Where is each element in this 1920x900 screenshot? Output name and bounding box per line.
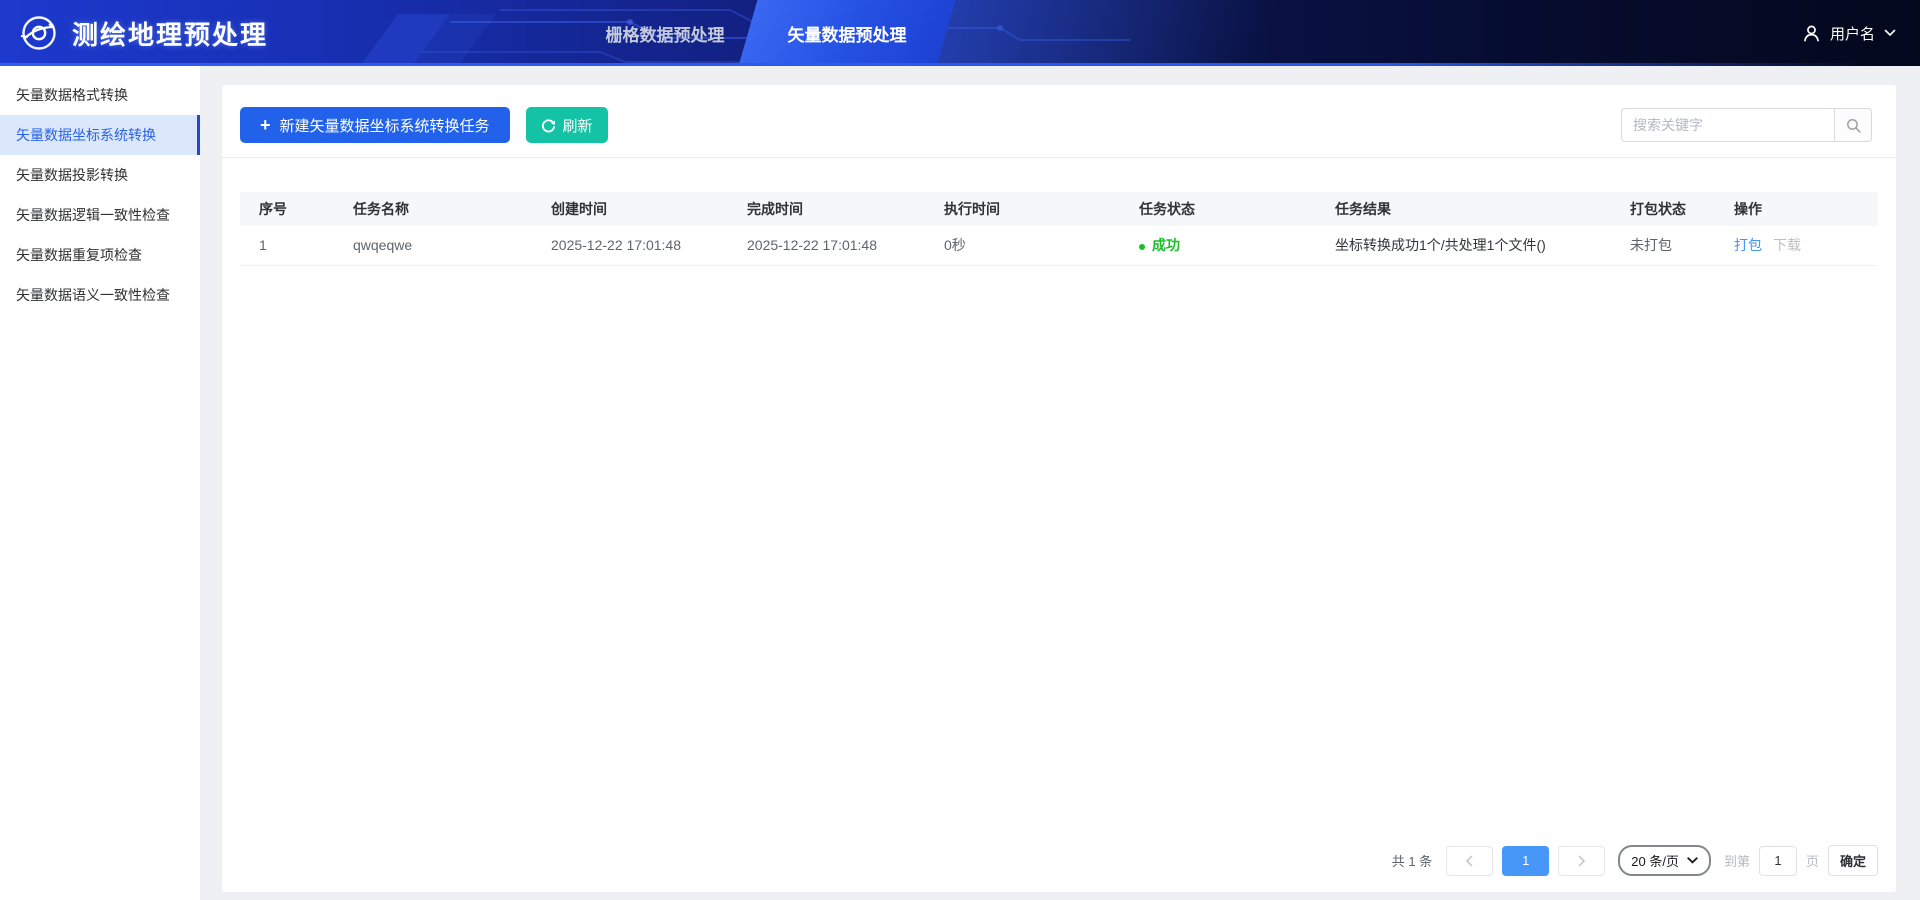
user-name: 用户名 xyxy=(1829,25,1875,43)
task-table: 序号 任务名称 创建时间 完成时间 执行时间 任务状态 任务结果 打包状态 操作 xyxy=(240,192,1878,266)
search-icon xyxy=(1846,118,1861,133)
search-button[interactable] xyxy=(1834,108,1872,142)
total-count: 共 1 条 xyxy=(1391,854,1433,869)
app-header: 测绘地理预处理 栅格数据预处理 矢量数据预处理 用户名 xyxy=(0,0,1920,66)
brand: 测绘地理预处理 xyxy=(18,0,268,66)
header-light-band xyxy=(927,0,1276,66)
col-task-name: 任务名称 xyxy=(334,192,532,226)
table-header-row: 序号 任务名称 创建时间 完成时间 执行时间 任务状态 任务结果 打包状态 操作 xyxy=(240,192,1878,226)
sidebar-item-duplicate-check[interactable]: 矢量数据重复项检查 xyxy=(0,235,200,275)
page-size-select[interactable]: 20 条/页 xyxy=(1618,845,1711,876)
refresh-button[interactable]: 刷新 xyxy=(525,107,608,143)
goto-page-input[interactable] xyxy=(1758,845,1797,876)
cell-actions: 打包 下载 xyxy=(1715,226,1878,266)
refresh-icon xyxy=(541,118,555,132)
sidebar-item-coordinate-system-conversion[interactable]: 矢量数据坐标系统转换 xyxy=(0,115,200,155)
status-text: 成功 xyxy=(1152,237,1180,254)
task-table-wrap: 序号 任务名称 创建时间 完成时间 执行时间 任务状态 任务结果 打包状态 操作 xyxy=(222,158,1896,266)
cell-duration: 0秒 xyxy=(925,226,1120,266)
plus-icon: + xyxy=(260,115,271,135)
search-input[interactable] xyxy=(1621,108,1834,142)
tab-raster-preprocessing[interactable]: 栅格数据预处理 xyxy=(590,0,740,66)
goto-prefix-label: 到第 xyxy=(1723,854,1750,869)
download-link: 下载 xyxy=(1773,237,1801,254)
cell-created: 2025-12-22 17:01:48 xyxy=(532,226,728,266)
user-menu[interactable]: 用户名 xyxy=(1802,0,1896,66)
sidebar-nav: 矢量数据格式转换 矢量数据坐标系统转换 矢量数据投影转换 矢量数据逻辑一致性检查… xyxy=(0,66,200,900)
sidebar-item-projection-conversion[interactable]: 矢量数据投影转换 xyxy=(0,155,200,195)
cell-seq: 1 xyxy=(240,226,334,266)
tab-vector-preprocessing[interactable]: 矢量数据预处理 xyxy=(748,0,946,66)
col-seq: 序号 xyxy=(240,192,334,226)
col-status: 任务状态 xyxy=(1120,192,1316,226)
pagination: 共 1 条 1 20 条/页 到第 1 页 确定 xyxy=(1392,845,1878,876)
goto-confirm-button[interactable]: 确定 xyxy=(1827,845,1878,876)
col-created: 创建时间 xyxy=(532,192,728,226)
app-title: 测绘地理预处理 xyxy=(72,19,269,50)
col-duration: 执行时间 xyxy=(925,192,1120,226)
user-icon xyxy=(1804,25,1819,41)
cell-status: 成功 xyxy=(1120,226,1316,266)
sidebar-item-format-conversion[interactable]: 矢量数据格式转换 xyxy=(0,75,200,115)
table-row: 1 qwqeqwe 2025-12-22 17:01:48 2025-12-22… xyxy=(240,226,1878,266)
prev-page-button[interactable] xyxy=(1446,845,1494,876)
sidebar-item-semantic-consistency-check[interactable]: 矢量数据语义一致性检查 xyxy=(0,275,200,315)
search-box xyxy=(1621,108,1872,142)
col-finished: 完成时间 xyxy=(728,192,925,226)
cell-package-state: 未打包 xyxy=(1611,226,1715,266)
toolbar: + 新建矢量数据坐标系统转换任务 刷新 xyxy=(222,85,1896,158)
col-actions: 操作 xyxy=(1715,192,1878,226)
col-package-state: 打包状态 xyxy=(1611,192,1715,226)
chevron-left-icon xyxy=(1466,855,1473,866)
package-link[interactable]: 打包 xyxy=(1734,237,1762,253)
page-number-1[interactable]: 1 xyxy=(1502,845,1550,876)
cell-result: 坐标转换成功1个/共处理1个文件() xyxy=(1316,226,1611,266)
status-dot-icon xyxy=(1139,243,1145,250)
cell-finished: 2025-12-22 17:01:48 xyxy=(728,226,925,266)
new-task-button[interactable]: + 新建矢量数据坐标系统转换任务 xyxy=(240,107,510,143)
sidebar-item-logic-consistency-check[interactable]: 矢量数据逻辑一致性检查 xyxy=(0,195,200,235)
chevron-right-icon xyxy=(1578,855,1586,866)
app-logo-icon xyxy=(20,16,56,50)
cell-task-name: qwqeqwe xyxy=(334,226,532,266)
content-card: + 新建矢量数据坐标系统转换任务 刷新 搜索关键字 序号 任务名称 创建时间 完… xyxy=(222,85,1896,892)
col-result: 任务结果 xyxy=(1316,192,1611,226)
next-page-button[interactable] xyxy=(1558,845,1606,876)
select-chevron-icon xyxy=(1687,857,1698,864)
goto-suffix-label: 页 xyxy=(1805,854,1819,869)
chevron-down-icon xyxy=(1884,29,1896,37)
